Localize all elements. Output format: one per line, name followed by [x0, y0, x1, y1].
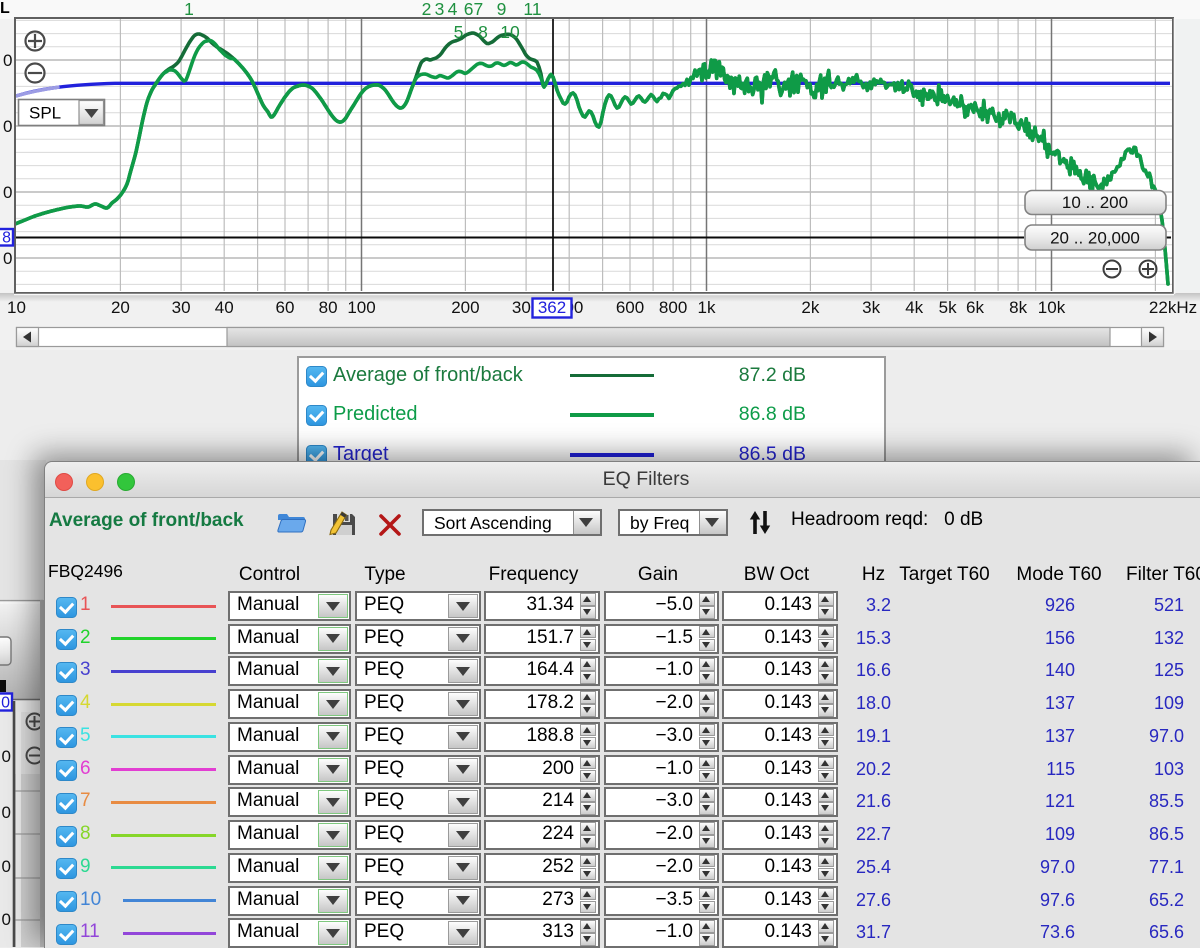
svg-text:4: 4 — [448, 0, 458, 19]
svg-text:30: 30 — [172, 298, 191, 317]
svg-text:0: 0 — [3, 249, 12, 268]
svg-text:0: 0 — [2, 747, 11, 766]
svg-text:SPL: SPL — [29, 104, 61, 123]
svg-text:10: 10 — [500, 22, 520, 42]
svg-text:10 .. 200: 10 .. 200 — [1062, 193, 1128, 212]
svg-text:3: 3 — [435, 0, 445, 19]
svg-text:40: 40 — [215, 298, 234, 317]
svg-text:10: 10 — [7, 298, 26, 317]
svg-text:6k: 6k — [966, 298, 984, 317]
svg-text:200: 200 — [451, 298, 479, 317]
svg-text:0: 0 — [2, 857, 11, 876]
svg-text:8: 8 — [2, 230, 11, 247]
svg-text:60: 60 — [276, 298, 295, 317]
svg-text:0: 0 — [1, 695, 10, 712]
svg-text:20: 20 — [111, 298, 130, 317]
svg-text:8k: 8k — [1009, 298, 1027, 317]
svg-text:1k: 1k — [698, 298, 716, 317]
svg-text:22kHz: 22kHz — [1149, 298, 1197, 317]
svg-text:67: 67 — [464, 0, 483, 19]
svg-text:600: 600 — [616, 298, 644, 317]
svg-text:100: 100 — [347, 298, 375, 317]
svg-text:1: 1 — [184, 0, 194, 19]
svg-text:0: 0 — [3, 183, 12, 202]
svg-text:5k: 5k — [939, 298, 957, 317]
svg-text:20 .. 20,000: 20 .. 20,000 — [1050, 229, 1140, 248]
svg-text:800: 800 — [659, 298, 687, 317]
svg-text:0: 0 — [2, 910, 11, 929]
svg-text:11: 11 — [523, 0, 541, 19]
svg-text:4k: 4k — [905, 298, 923, 317]
svg-text:5: 5 — [454, 22, 464, 42]
svg-text:2k: 2k — [801, 298, 819, 317]
svg-text:0: 0 — [3, 117, 12, 136]
svg-text:L: L — [0, 0, 10, 17]
svg-text:362: 362 — [538, 298, 566, 317]
svg-text:80: 80 — [319, 298, 338, 317]
svg-text:8: 8 — [478, 22, 488, 42]
svg-text:0: 0 — [3, 51, 12, 70]
svg-text:0: 0 — [2, 803, 11, 822]
svg-text:2: 2 — [422, 0, 432, 19]
svg-text:9: 9 — [497, 0, 507, 19]
svg-text:10k: 10k — [1038, 298, 1066, 317]
svg-text:3k: 3k — [862, 298, 880, 317]
